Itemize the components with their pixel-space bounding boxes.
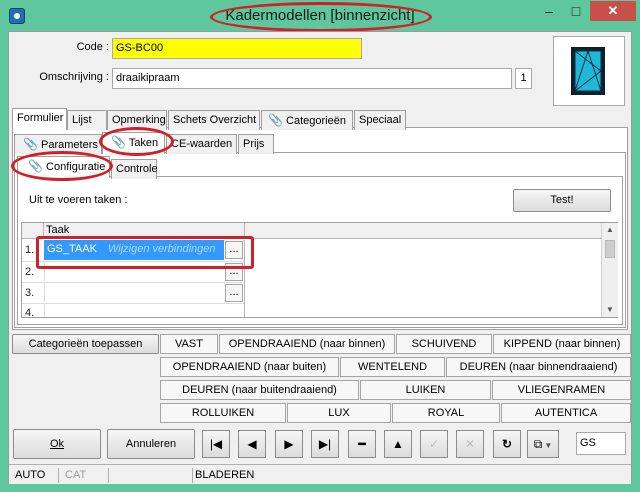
category-luiken[interactable]: LUIKEN [360, 380, 491, 400]
maximize-button[interactable]: □ [563, 1, 589, 21]
annotation-circle-configuratie [11, 151, 113, 181]
tab-lijst[interactable]: Lijst [67, 110, 107, 130]
code-label: Code : [76, 41, 109, 53]
row-number: 4. [25, 307, 35, 317]
category-vast[interactable]: VAST [160, 334, 218, 354]
cancel-button[interactable]: Annuleren [107, 429, 195, 459]
annotation-circle-title [210, 2, 432, 32]
paperclip-icon: 📎 [268, 113, 283, 127]
window-frame-icon [571, 47, 605, 95]
task-cell[interactable] [44, 304, 224, 317]
category-royal[interactable]: ROYAL [392, 403, 500, 423]
tab-ce-waarden[interactable]: CE-waarden [166, 134, 237, 154]
delete-record-icon[interactable]: ━ [348, 430, 376, 458]
category-opendraaiend-binnen[interactable]: OPENDRAAIEND (naar binnen) [219, 334, 395, 354]
category-schuivend[interactable]: SCHUIVEND [396, 334, 492, 354]
category-opendraaiend-buiten[interactable]: OPENDRAAIEND (naar buiten) [160, 357, 339, 377]
first-record-icon[interactable]: |◀ [202, 430, 230, 458]
tab-speciaal[interactable]: Speciaal [354, 110, 406, 130]
refresh-icon[interactable]: ↻ [493, 430, 521, 458]
tab-categorieen-label: Categorieën [286, 115, 346, 127]
edit-record-icon[interactable]: ▲ [384, 430, 412, 458]
search-input[interactable]: GS [576, 432, 626, 455]
close-button[interactable]: ✕ [590, 1, 636, 21]
chevron-down-icon[interactable]: ▼ [544, 441, 552, 450]
category-lux[interactable]: LUX [287, 403, 391, 423]
grid-scrollbar[interactable]: ▲ ▼ [601, 223, 618, 317]
count-box: 1 [515, 68, 532, 89]
grid-column-taak[interactable]: Taak [46, 224, 69, 236]
omschrijving-field[interactable]: draaikipraam [112, 68, 512, 89]
test-button[interactable]: Test! [513, 189, 611, 212]
category-wentelend[interactable]: WENTELEND [340, 357, 445, 377]
category-vliegenramen[interactable]: VLIEGENRAMEN [492, 380, 631, 400]
client-area: Code : GS-BC00 Omschrijving : draaikipra… [8, 31, 632, 484]
tab-prijs[interactable]: Prijs [238, 134, 274, 154]
application-window: Kadermodellen [binnenzicht] – □ ✕ Code :… [0, 0, 640, 492]
ellipsis-button[interactable]: ... [225, 284, 243, 302]
category-kippend-binnen[interactable]: KIPPEND (naar binnen) [493, 334, 631, 354]
title-bar: Kadermodellen [binnenzicht] – □ ✕ [0, 0, 640, 32]
next-record-icon[interactable]: ▶ [275, 430, 303, 458]
tab-controle[interactable]: Controle [111, 159, 158, 179]
task-cell[interactable] [44, 283, 224, 302]
search-binoculars-icon[interactable]: ⧉ ▼ [527, 430, 559, 458]
status-mode-cat: CAT [65, 468, 109, 483]
category-deuren-binnendraaiend[interactable]: DEUREN (naar binnendraaiend) [446, 357, 631, 377]
minimize-button[interactable]: – [536, 1, 562, 21]
confirm-icon: ✓ [420, 430, 448, 458]
model-thumbnail[interactable] [553, 36, 625, 106]
last-record-icon[interactable]: ▶| [311, 430, 339, 458]
code-field[interactable]: GS-BC00 [112, 38, 362, 59]
discard-icon: ✕ [456, 430, 484, 458]
categorieen-toepassen-button[interactable]: Categorieën toepassen [12, 334, 159, 354]
scroll-thumb[interactable] [605, 240, 615, 258]
scroll-down-icon[interactable]: ▼ [606, 305, 614, 314]
tasks-label: Uit te voeren taken : [29, 194, 128, 206]
status-empty [113, 468, 193, 483]
category-deuren-buitendraaiend[interactable]: DEUREN (naar buitendraaiend) [160, 380, 359, 400]
status-bar: AUTO CAT BLADEREN [9, 464, 631, 484]
table-row[interactable]: 4. [22, 303, 244, 317]
tab-categorieen[interactable]: 📎 Categorieën [261, 110, 353, 130]
scroll-up-icon[interactable]: ▲ [606, 225, 614, 234]
annotation-rect-task [36, 236, 254, 269]
ok-button[interactable]: Ok [13, 429, 101, 459]
tab-schets-overzicht[interactable]: Schets Overzicht [168, 110, 260, 130]
paperclip-icon: 📎 [23, 137, 38, 151]
omschrijving-label: Omschrijving : [39, 71, 109, 83]
category-rolluiken[interactable]: ROLLUIKEN [160, 403, 286, 423]
category-autentica[interactable]: AUTENTICA [501, 403, 631, 423]
tab-formulier[interactable]: Formulier [12, 108, 67, 130]
status-mode-auto: AUTO [15, 468, 59, 483]
row-number: 3. [25, 287, 35, 299]
annotation-circle-taken [99, 127, 174, 156]
tab-parameters-label: Parameters [41, 139, 98, 151]
table-row[interactable]: 3. ... [22, 282, 244, 302]
status-mode-bladeren: BLADEREN [195, 469, 255, 481]
previous-record-icon[interactable]: ◀ [238, 430, 266, 458]
